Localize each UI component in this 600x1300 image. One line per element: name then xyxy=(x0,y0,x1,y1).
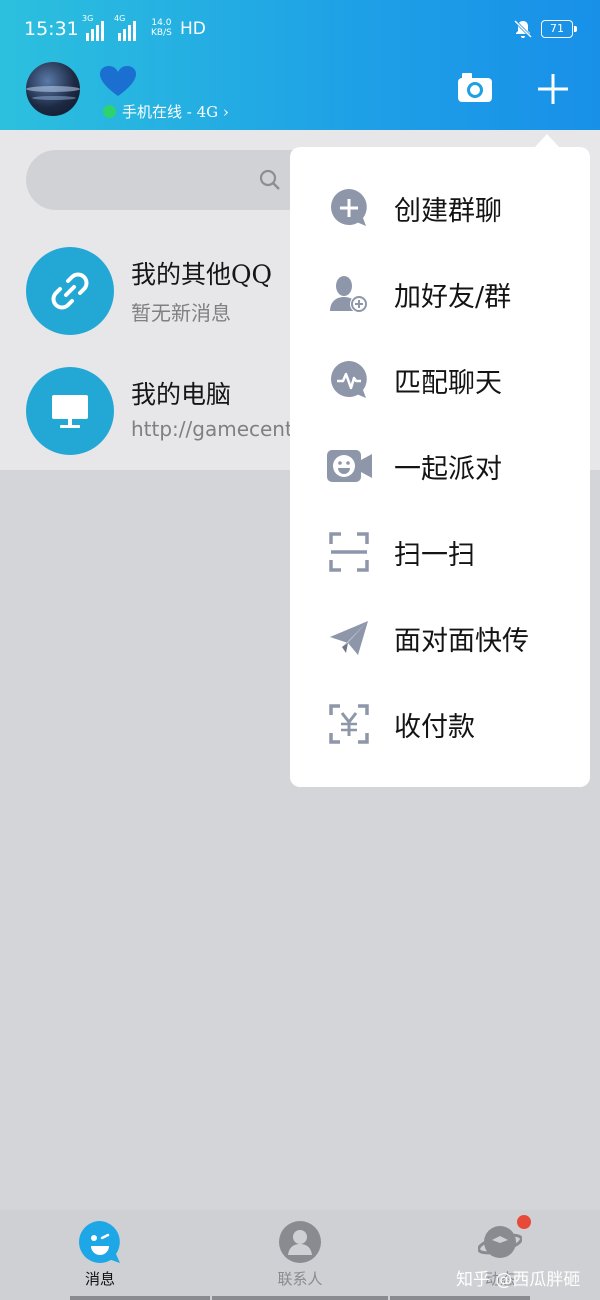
chevron-right-icon: › xyxy=(222,103,229,121)
menu-item-party[interactable]: 一起派对 xyxy=(290,423,590,509)
home-indicator xyxy=(70,1296,210,1300)
party-video-icon xyxy=(327,450,372,482)
camera-icon[interactable] xyxy=(457,72,493,104)
monitor-icon xyxy=(26,367,114,455)
popup-arrow xyxy=(534,134,560,148)
online-status-dot xyxy=(103,105,116,118)
watermark: 知乎 @西瓜胖砸 xyxy=(456,1270,581,1290)
header-bar: 15:31 3G 4G 14.0 KB/S HD 71 手机在线 - 4G › xyxy=(0,0,600,130)
blue-heart-icon xyxy=(100,66,136,96)
mute-icon xyxy=(513,19,533,39)
menu-item-payment[interactable]: 收付款 xyxy=(290,681,590,767)
add-menu-popup: 创建群聊 加好友/群 匹配聊天 一起派对 扫一扫 面对面快传 收付款 xyxy=(290,147,590,787)
search-icon xyxy=(259,169,280,190)
tab-messages[interactable]: 消息 xyxy=(0,1210,200,1300)
network-speed: 14.0 KB/S xyxy=(151,18,172,38)
conversation-title: 我的其他QQ xyxy=(131,260,272,289)
match-chat-icon xyxy=(331,361,367,398)
signal-strength-icon: 4G xyxy=(114,15,136,41)
messages-icon xyxy=(79,1221,120,1263)
menu-item-scan[interactable]: 扫一扫 xyxy=(290,509,590,595)
conversation-subtitle: 暂无新消息 xyxy=(131,301,231,325)
status-bar: 15:31 3G 4G 14.0 KB/S HD 71 xyxy=(0,0,600,60)
status-time: 15:31 xyxy=(24,18,79,40)
conversation-subtitle: http://gamecent xyxy=(131,417,293,441)
home-indicator xyxy=(390,1296,530,1300)
planet-icon xyxy=(478,1226,522,1258)
battery-icon: 71 xyxy=(541,20,577,38)
home-indicator xyxy=(212,1296,388,1300)
avatar[interactable] xyxy=(26,62,80,116)
online-status-text[interactable]: 手机在线 - 4G › xyxy=(122,101,229,122)
menu-item-face-to-face-transfer[interactable]: 面对面快传 xyxy=(290,595,590,681)
scan-icon xyxy=(329,532,369,572)
notification-badge xyxy=(517,1215,531,1229)
payment-icon xyxy=(329,704,369,744)
add-friend-icon xyxy=(330,276,368,313)
menu-item-match-chat[interactable]: 匹配聊天 xyxy=(290,337,590,423)
face-to-face-transfer-icon xyxy=(330,621,368,655)
menu-item-add-friend[interactable]: 加好友/群 xyxy=(290,251,590,337)
menu-item-create-group-chat[interactable]: 创建群聊 xyxy=(290,165,590,251)
contacts-icon xyxy=(279,1221,321,1263)
signal-strength-icon: 3G xyxy=(82,15,104,41)
conversation-title: 我的电脑 xyxy=(131,380,232,409)
tab-contacts[interactable]: 联系人 xyxy=(200,1210,400,1300)
create-group-chat-icon xyxy=(331,189,367,226)
plus-icon[interactable] xyxy=(536,72,570,106)
link-icon xyxy=(26,247,114,335)
hd-indicator: HD xyxy=(180,19,206,39)
